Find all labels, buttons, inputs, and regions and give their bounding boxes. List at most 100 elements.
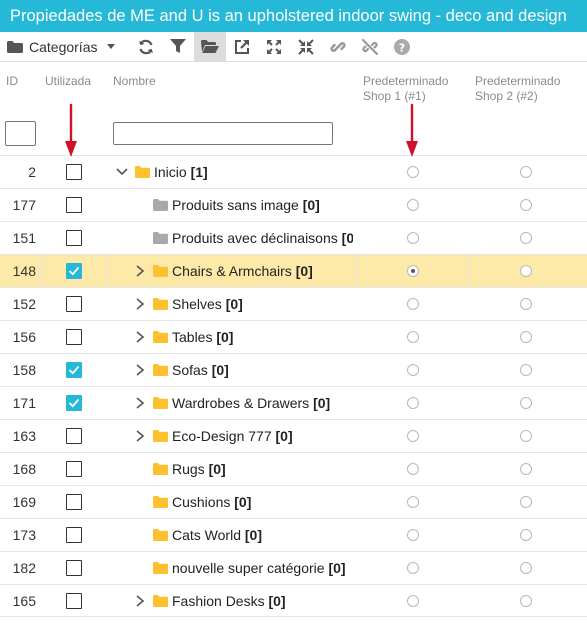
category-name[interactable]: Cushions [0] bbox=[172, 486, 251, 518]
table-row[interactable]: 177 Produits sans image [0] bbox=[0, 188, 587, 221]
chevron-right-icon[interactable] bbox=[135, 595, 145, 607]
shop2-default-radio[interactable] bbox=[520, 265, 532, 277]
table-row[interactable]: 169 Cushions [0] bbox=[0, 485, 587, 518]
row-id: 156 bbox=[12, 329, 36, 345]
table-row[interactable]: 2 Inicio [1] bbox=[0, 155, 587, 188]
shop1-default-radio[interactable] bbox=[407, 529, 419, 541]
shop2-default-radio[interactable] bbox=[520, 364, 532, 376]
used-checkbox[interactable] bbox=[66, 263, 82, 279]
chevron-right-icon[interactable] bbox=[135, 397, 145, 409]
shop2-default-radio[interactable] bbox=[520, 529, 532, 541]
shop2-default-radio[interactable] bbox=[520, 463, 532, 475]
category-name-text: Cats World bbox=[172, 527, 241, 543]
category-view-select[interactable]: Categorías bbox=[0, 32, 130, 62]
shop2-default-radio[interactable] bbox=[520, 496, 532, 508]
table-row[interactable]: 173 Cats World [0] bbox=[0, 518, 587, 551]
category-name[interactable]: Inicio [1] bbox=[154, 156, 208, 188]
shop1-default-radio[interactable] bbox=[407, 265, 419, 277]
collapse-all-button[interactable] bbox=[290, 32, 322, 62]
used-checkbox[interactable] bbox=[66, 329, 82, 345]
used-checkbox[interactable] bbox=[66, 362, 82, 378]
shop1-default-radio[interactable] bbox=[407, 232, 419, 244]
shop1-default-radio[interactable] bbox=[407, 595, 419, 607]
chevron-right-icon[interactable] bbox=[135, 364, 145, 376]
link-button[interactable] bbox=[322, 32, 354, 62]
category-name[interactable]: Fashion Desks [0] bbox=[172, 585, 286, 617]
folder-icon bbox=[153, 232, 168, 244]
category-name[interactable]: Sofas [0] bbox=[172, 354, 229, 386]
shop2-default-radio[interactable] bbox=[520, 595, 532, 607]
shop1-default-radio[interactable] bbox=[407, 430, 419, 442]
used-checkbox[interactable] bbox=[66, 527, 82, 543]
table-row[interactable]: 163 Eco-Design 777 [0] bbox=[0, 419, 587, 452]
expand-all-button[interactable] bbox=[258, 32, 290, 62]
column-header-name[interactable]: Nombre bbox=[113, 74, 156, 89]
category-name[interactable]: Chairs & Armchairs [0] bbox=[172, 255, 313, 287]
table-row[interactable]: 165 Fashion Desks [0] bbox=[0, 584, 587, 617]
shop2-default-radio[interactable] bbox=[520, 199, 532, 211]
chevron-down-icon[interactable] bbox=[116, 168, 128, 176]
category-name[interactable]: Wardrobes & Drawers [0] bbox=[172, 387, 330, 419]
used-checkbox[interactable] bbox=[66, 164, 82, 180]
help-button[interactable]: ? bbox=[386, 32, 418, 62]
shop1-default-radio[interactable] bbox=[407, 364, 419, 376]
column-header-used[interactable]: Utilizada bbox=[45, 74, 91, 89]
shop2-default-radio[interactable] bbox=[520, 562, 532, 574]
used-checkbox[interactable] bbox=[66, 494, 82, 510]
shop1-default-radio[interactable] bbox=[407, 463, 419, 475]
table-row[interactable]: 182 nouvelle super catégorie [0] bbox=[0, 551, 587, 584]
shop2-default-radio[interactable] bbox=[520, 166, 532, 178]
category-name[interactable]: Shelves [0] bbox=[172, 288, 243, 320]
category-name[interactable]: Produits avec déclinaisons [0] bbox=[172, 222, 353, 254]
chevron-right-icon[interactable] bbox=[135, 430, 145, 442]
product-count: [0] bbox=[302, 197, 320, 213]
unlink-button[interactable] bbox=[354, 32, 386, 62]
category-name[interactable]: Produits sans image [0] bbox=[172, 189, 320, 221]
column-header-id[interactable]: ID bbox=[6, 74, 18, 89]
filter-button[interactable] bbox=[162, 32, 194, 62]
table-row[interactable]: 158 Sofas [0] bbox=[0, 353, 587, 386]
category-name[interactable]: Eco-Design 777 [0] bbox=[172, 420, 293, 452]
category-name[interactable]: Cats World [0] bbox=[172, 519, 262, 551]
used-checkbox[interactable] bbox=[66, 395, 82, 411]
chevron-right-icon[interactable] bbox=[135, 298, 145, 310]
table-row[interactable]: 168 Rugs [0] bbox=[0, 452, 587, 485]
folder-open-button[interactable] bbox=[194, 31, 226, 62]
shop2-default-radio[interactable] bbox=[520, 331, 532, 343]
name-filter-input[interactable] bbox=[113, 122, 333, 145]
chevron-right-icon[interactable] bbox=[135, 265, 145, 277]
shop2-default-radio[interactable] bbox=[520, 298, 532, 310]
id-filter-input[interactable] bbox=[5, 121, 36, 146]
shop1-default-radio[interactable] bbox=[407, 331, 419, 343]
shop1-default-radio[interactable] bbox=[407, 397, 419, 409]
folder-icon bbox=[7, 40, 23, 53]
used-checkbox[interactable] bbox=[66, 296, 82, 312]
chevron-right-icon[interactable] bbox=[135, 331, 145, 343]
category-name[interactable]: nouvelle super catégorie [0] bbox=[172, 552, 346, 584]
shop2-default-radio[interactable] bbox=[520, 397, 532, 409]
table-row[interactable]: 156 Tables [0] bbox=[0, 320, 587, 353]
shop2-default-radio[interactable] bbox=[520, 430, 532, 442]
category-name[interactable]: Tables [0] bbox=[172, 321, 233, 353]
used-checkbox[interactable] bbox=[66, 197, 82, 213]
used-checkbox[interactable] bbox=[66, 428, 82, 444]
shop1-default-radio[interactable] bbox=[407, 496, 419, 508]
used-checkbox[interactable] bbox=[66, 560, 82, 576]
refresh-button[interactable] bbox=[130, 32, 162, 62]
table-row[interactable]: 171 Wardrobes & Drawers [0] bbox=[0, 386, 587, 419]
used-checkbox[interactable] bbox=[66, 230, 82, 246]
shop1-default-radio[interactable] bbox=[407, 199, 419, 211]
open-external-button[interactable] bbox=[226, 32, 258, 62]
refresh-icon bbox=[139, 39, 153, 54]
table-row[interactable]: 151 Produits avec déclinaisons [0] bbox=[0, 221, 587, 254]
shop2-default-radio[interactable] bbox=[520, 232, 532, 244]
shop1-default-radio[interactable] bbox=[407, 562, 419, 574]
table-row[interactable]: 148 Chairs & Armchairs [0] bbox=[0, 254, 587, 287]
category-name[interactable]: Rugs [0] bbox=[172, 453, 226, 485]
table-row[interactable]: 152 Shelves [0] bbox=[0, 287, 587, 320]
shop1-default-radio[interactable] bbox=[407, 166, 419, 178]
row-id: 2 bbox=[28, 164, 36, 180]
shop1-default-radio[interactable] bbox=[407, 298, 419, 310]
used-checkbox[interactable] bbox=[66, 593, 82, 609]
used-checkbox[interactable] bbox=[66, 461, 82, 477]
